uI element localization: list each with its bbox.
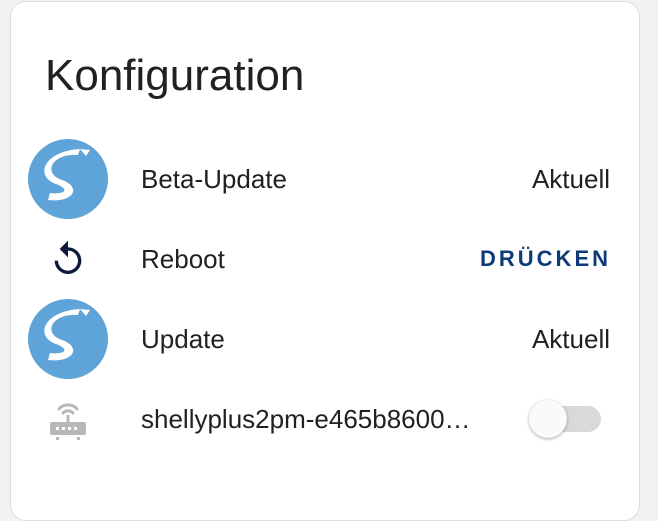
shelly-logo-icon	[28, 299, 108, 379]
row-status-value: Aktuell	[531, 324, 610, 354]
row-reboot: Reboot DRÜCKEN	[11, 219, 641, 299]
row-device-switch: shellyplus2pm-e465b8600…	[11, 379, 641, 459]
row-label: Update	[141, 324, 225, 354]
row-label: Beta-Update	[141, 164, 287, 194]
row-label: Reboot	[141, 244, 225, 274]
configuration-card: Konfiguration Beta-Update Aktuell Reboot…	[10, 1, 640, 521]
row-update[interactable]: Update Aktuell	[11, 299, 641, 379]
row-beta-update[interactable]: Beta-Update Aktuell	[11, 139, 641, 219]
row-status-value: Aktuell	[531, 164, 610, 194]
card-title: Konfiguration	[45, 51, 305, 100]
device-toggle-switch[interactable]	[529, 400, 601, 438]
restart-icon	[28, 219, 108, 299]
router-wifi-icon	[28, 379, 108, 459]
row-label: shellyplus2pm-e465b8600…	[141, 404, 471, 434]
toggle-thumb	[529, 400, 567, 438]
press-button[interactable]: DRÜCKEN	[480, 239, 611, 279]
shelly-logo-icon	[28, 139, 108, 219]
